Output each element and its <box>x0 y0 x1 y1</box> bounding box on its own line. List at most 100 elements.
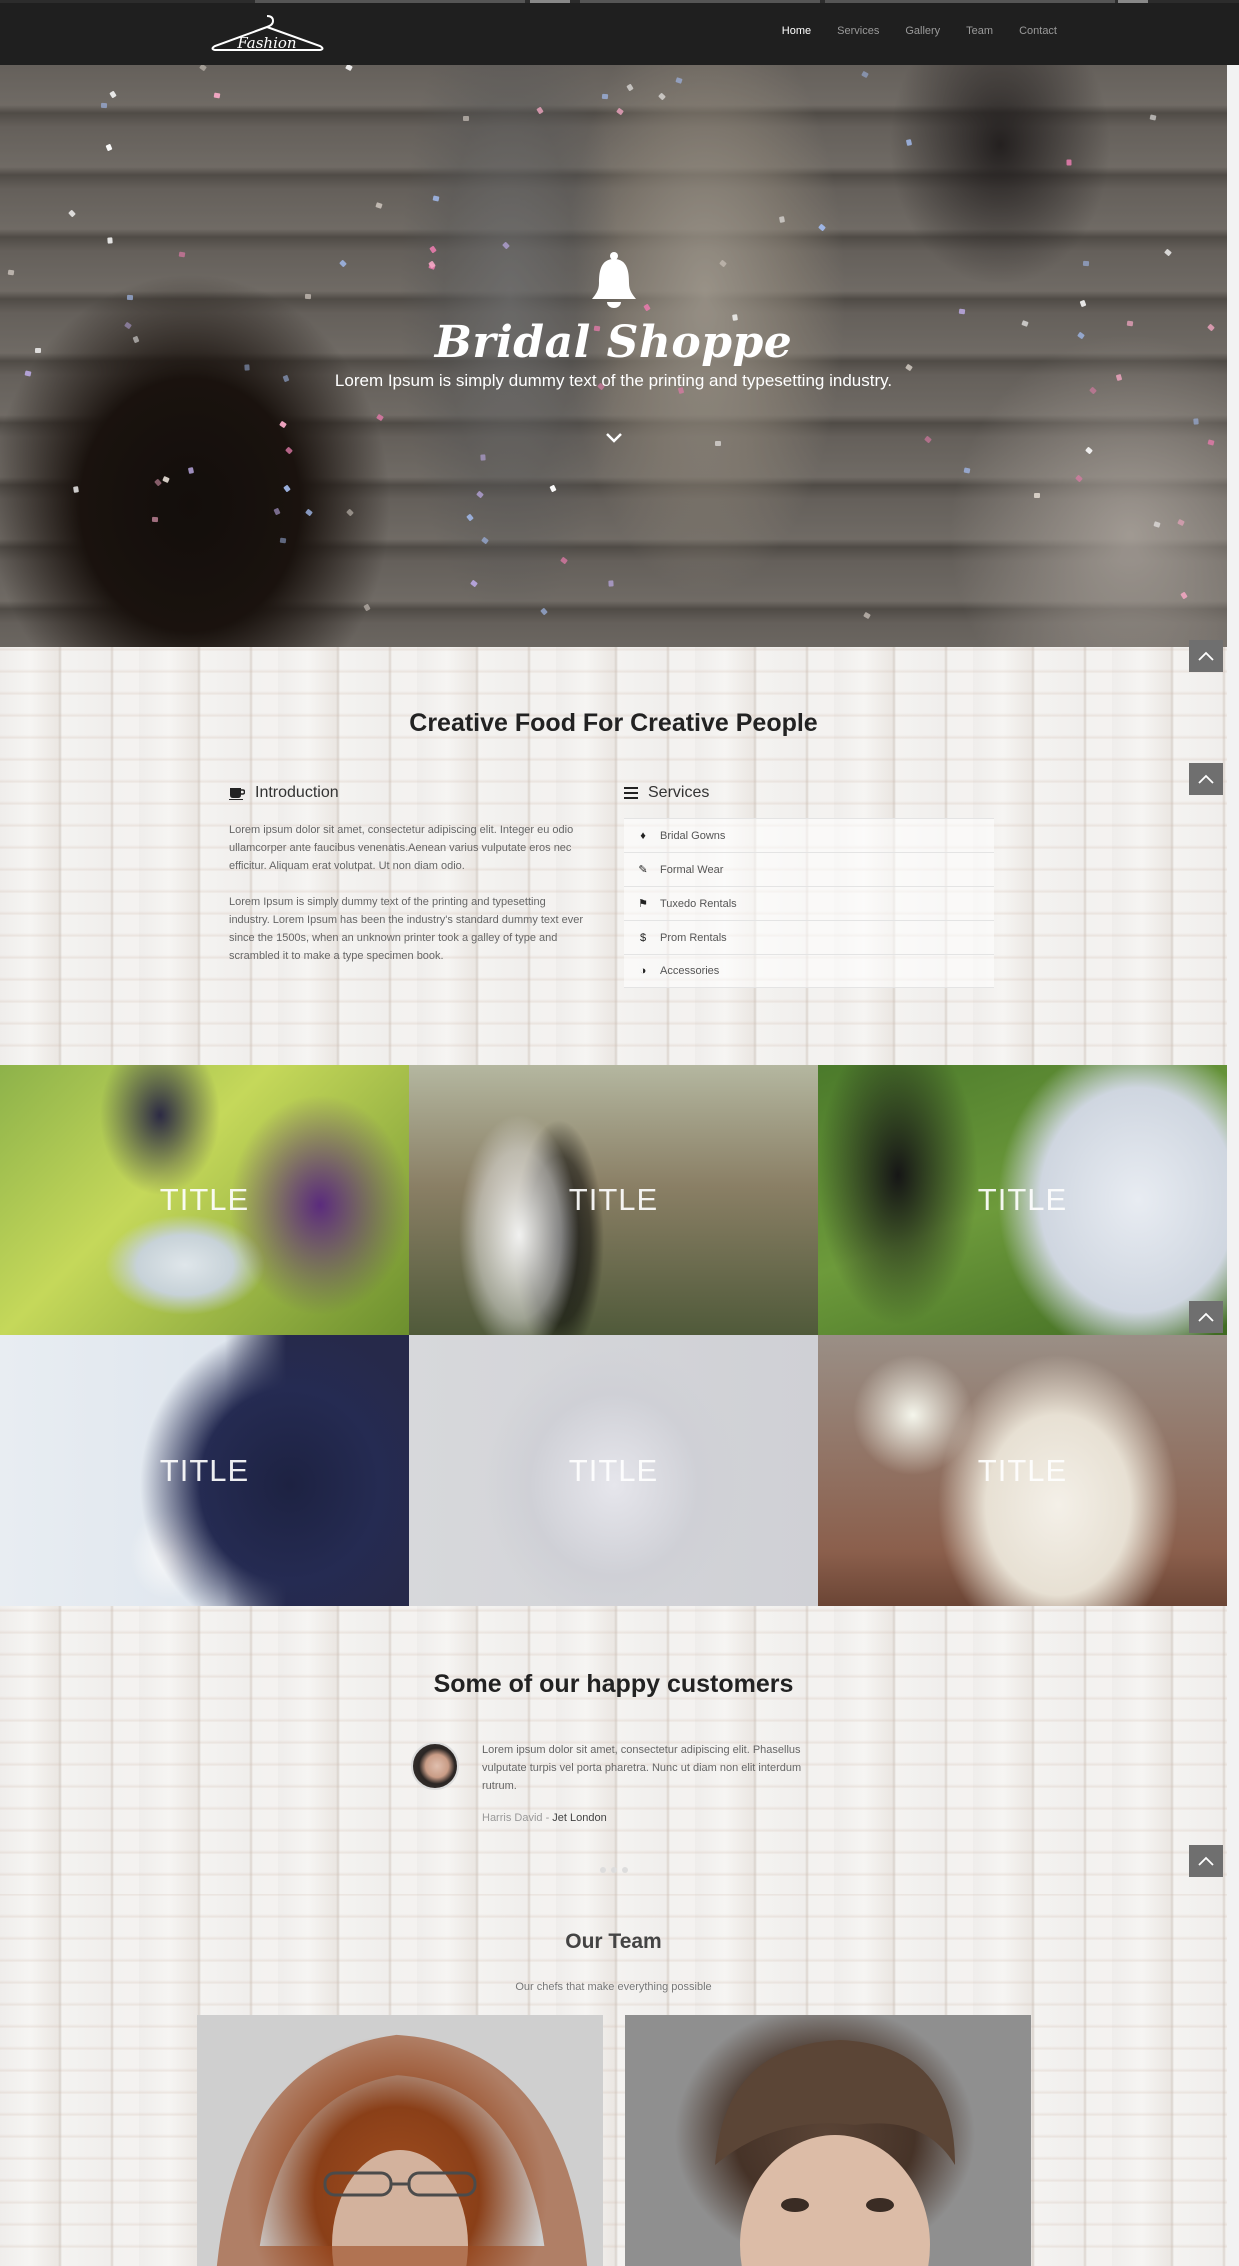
introduction-heading-label: Introduction <box>255 784 339 801</box>
pager-dot[interactable] <box>600 1867 606 1873</box>
confetti-piece <box>1149 114 1157 121</box>
team-title: Our Team <box>565 1930 662 1953</box>
confetti-piece <box>1033 492 1041 499</box>
intro-paragraph-2: Lorem Ipsum is simply dummy text of the … <box>229 896 584 962</box>
logo[interactable]: Fashion <box>205 12 330 56</box>
chevron-up-icon <box>1198 651 1214 661</box>
half-circle-icon: ◑ <box>639 965 647 977</box>
gallery-grid: TITLE TITLE TITLE TITLE TITLE TITLE <box>0 1065 1227 1606</box>
confetti-piece <box>432 195 440 202</box>
team-member-photo[interactable] <box>197 2015 603 2266</box>
gallery-tile[interactable]: TITLE <box>409 1065 818 1335</box>
avatar <box>411 1742 459 1790</box>
main-nav: Home Services Gallery Team Contact <box>782 25 1057 37</box>
pager-dot[interactable] <box>611 1867 617 1873</box>
gallery-tile[interactable]: TITLE <box>818 1065 1227 1335</box>
chevron-down-icon[interactable] <box>604 430 624 444</box>
about-title: Creative Food For Creative People <box>409 709 818 737</box>
gallery-tile[interactable]: TITLE <box>0 1335 409 1606</box>
hero-subtitle: Lorem Ipsum is simply dummy text of the … <box>334 371 893 390</box>
tie-icon: ✎ <box>638 864 648 876</box>
service-label: Prom Rentals <box>660 931 727 944</box>
confetti-piece <box>126 294 134 301</box>
confetti-piece <box>151 516 159 523</box>
hero-title: Bridal Shoppe <box>434 317 793 368</box>
service-item-tuxedo-rentals[interactable]: ⚑ Tuxedo Rentals <box>624 886 994 920</box>
confetti-piece <box>715 441 721 446</box>
confetti-piece <box>778 216 786 223</box>
confetti-piece <box>963 467 971 474</box>
service-label: Tuxedo Rentals <box>660 897 737 910</box>
chevron-up-icon <box>1198 774 1214 784</box>
list-icon <box>624 787 638 799</box>
service-label: Accessories <box>660 965 720 977</box>
dollar-icon: $ <box>639 931 647 944</box>
team-member-portrait-2 <box>715 2040 955 2266</box>
team-member-portrait-1 <box>216 2034 588 2266</box>
navbar-top-stripe <box>0 0 1239 3</box>
testimonials-title: Some of our happy customers <box>433 1670 794 1698</box>
confetti-piece <box>279 537 287 544</box>
gallery-tile-title: TITLE <box>977 1452 1068 1488</box>
confetti-piece <box>958 308 966 315</box>
nav-team[interactable]: Team <box>966 25 993 37</box>
intro-paragraph-1: Lorem ipsum dolor sit amet, consectetur … <box>229 824 574 872</box>
confetti-piece <box>905 139 913 146</box>
service-label: Bridal Gowns <box>660 829 726 842</box>
dress-icon: ♦ <box>640 829 646 842</box>
logo-text: Fashion <box>236 34 296 52</box>
confetti-piece <box>73 486 79 493</box>
coffee-cup-icon <box>229 788 245 800</box>
confetti-piece <box>1066 159 1072 166</box>
nav-contact[interactable]: Contact <box>1019 25 1057 37</box>
chevron-up-icon <box>1198 1856 1214 1866</box>
team-member-photo[interactable] <box>625 2015 1031 2266</box>
gallery-tile-title: TITLE <box>159 1182 250 1217</box>
testimonial-author: Harris David - Jet London <box>482 1812 607 1824</box>
confetti-piece <box>187 467 195 474</box>
nav-services[interactable]: Services <box>837 25 879 37</box>
gallery-tile[interactable]: TITLE <box>818 1335 1227 1606</box>
testimonial-pager <box>600 1867 628 1873</box>
confetti-piece <box>480 454 486 461</box>
nav-home[interactable]: Home <box>782 25 811 37</box>
back-to-top-button[interactable] <box>1189 1301 1223 1333</box>
bell-icon <box>592 252 636 308</box>
chevron-up-icon <box>1198 1312 1214 1322</box>
team-subtitle: Our chefs that make everything possible <box>515 1981 712 1993</box>
confetti-piece <box>1193 418 1199 425</box>
confetti-piece <box>304 293 312 300</box>
service-item-bridal-gowns[interactable]: ♦ Bridal Gowns <box>624 818 994 852</box>
confetti-piece <box>107 237 113 244</box>
back-to-top-button[interactable] <box>1189 1845 1223 1877</box>
pager-dot[interactable] <box>622 1867 628 1873</box>
hero-banner: Bridal Shoppe Lorem Ipsum is simply dumm… <box>0 65 1227 647</box>
services-list: ♦ Bridal Gowns ✎ Formal Wear ⚑ Tuxedo Re… <box>624 818 994 988</box>
back-to-top-button[interactable] <box>1189 640 1223 672</box>
service-item-accessories[interactable]: ◑ Accessories <box>624 954 994 988</box>
service-item-formal-wear[interactable]: ✎ Formal Wear <box>624 852 994 886</box>
gallery-tile-title: TITLE <box>568 1452 659 1488</box>
testimonial-quote: Lorem ipsum dolor sit amet, consectetur … <box>482 1744 802 1792</box>
gallery-tile-title: TITLE <box>568 1182 659 1217</box>
navbar: Fashion Home Services Gallery Team Conta… <box>0 0 1239 65</box>
introduction-heading: Introduction <box>229 784 339 802</box>
gallery-tile[interactable]: TITLE <box>0 1065 409 1335</box>
author-separator: - <box>542 1812 553 1824</box>
confetti-piece <box>463 116 469 121</box>
confetti-piece <box>100 102 108 109</box>
gallery-tile-title: TITLE <box>159 1452 250 1488</box>
confetti-piece <box>608 580 614 587</box>
confetti-piece <box>1082 260 1090 267</box>
confetti-piece <box>601 93 609 100</box>
service-item-prom-rentals[interactable]: $ Prom Rentals <box>624 920 994 954</box>
services-heading: Services <box>624 784 709 802</box>
hanger-logo-icon: Fashion <box>211 15 324 52</box>
service-label: Formal Wear <box>660 863 724 876</box>
nav-gallery[interactable]: Gallery <box>905 25 940 37</box>
confetti-piece <box>213 92 221 99</box>
services-heading-label: Services <box>648 784 710 801</box>
gallery-tile-title: TITLE <box>977 1182 1068 1217</box>
gallery-tile[interactable]: TITLE <box>409 1335 818 1606</box>
back-to-top-button[interactable] <box>1189 763 1223 795</box>
